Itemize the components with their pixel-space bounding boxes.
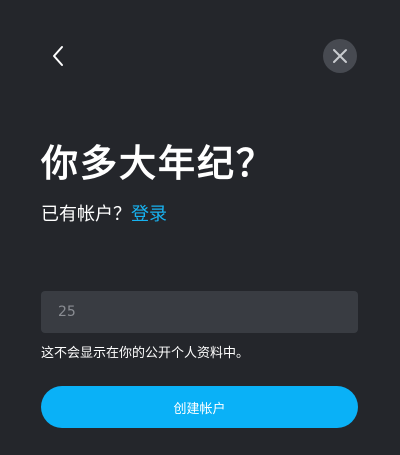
chevron-left-icon — [53, 46, 63, 66]
account-prompt: 已有帐户？登录 — [41, 202, 167, 228]
page-title: 你多大年纪？ — [41, 142, 275, 185]
age-input[interactable] — [41, 291, 358, 333]
account-prompt-text: 已有帐户？ — [41, 204, 131, 225]
privacy-hint: 这不会显示在你的公开个人资料中。 — [41, 346, 250, 361]
close-button[interactable] — [323, 39, 357, 73]
create-account-button[interactable]: 创建帐户 — [41, 386, 358, 428]
age-dialog: 你多大年纪？ 已有帐户？登录 这不会显示在你的公开个人资料中。 创建帐户 — [0, 0, 400, 455]
back-button[interactable] — [40, 38, 76, 74]
login-link[interactable]: 登录 — [131, 204, 167, 225]
close-icon — [333, 49, 347, 63]
